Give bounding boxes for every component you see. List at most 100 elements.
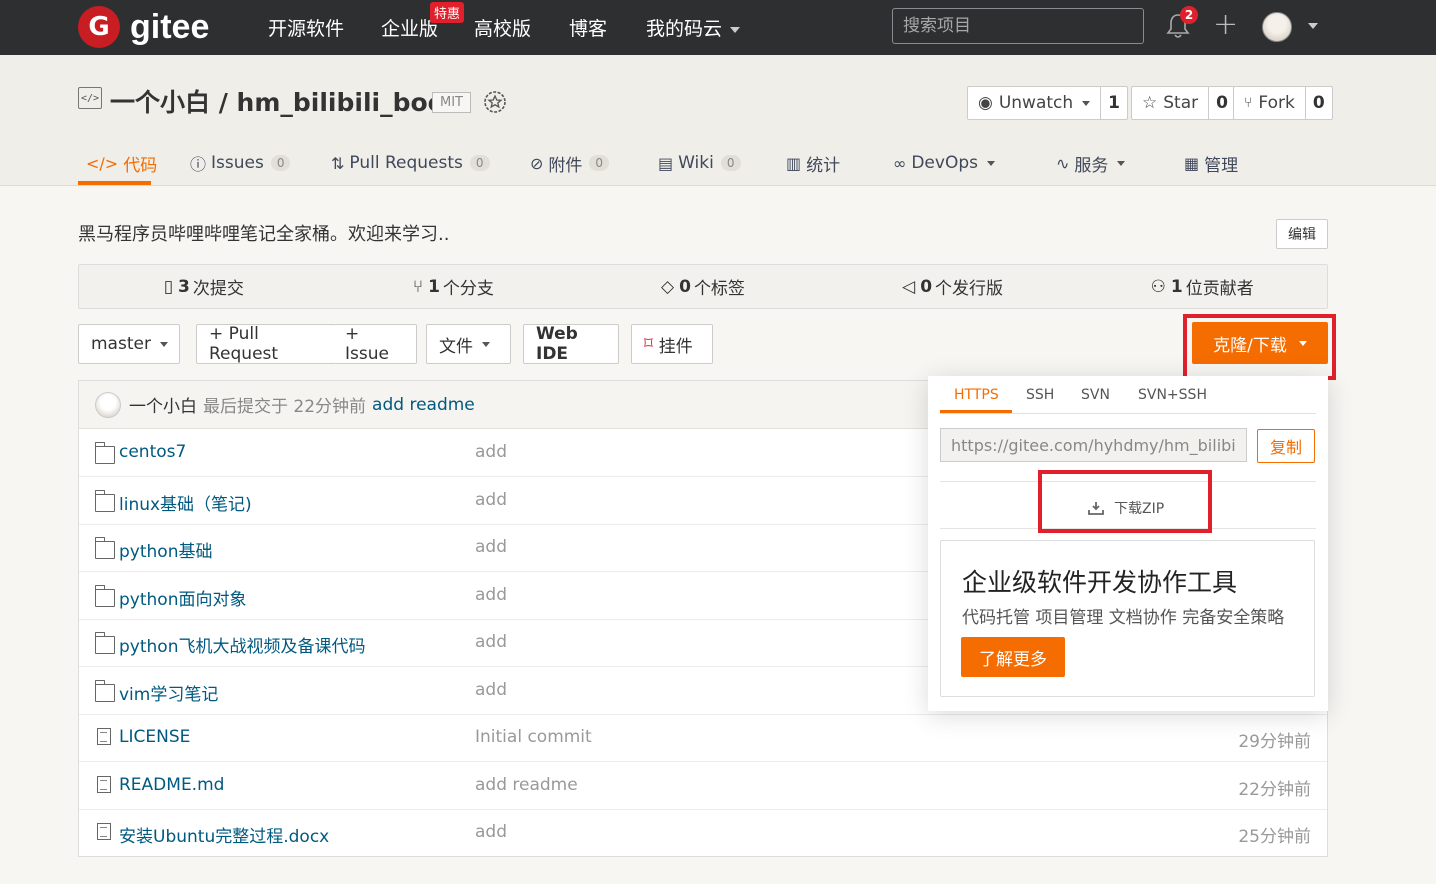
promo-badge: 特惠 [430, 2, 465, 23]
infinity-icon: ∞ [893, 153, 907, 173]
watch-label[interactable]: ◉ Unwatch [968, 87, 1102, 119]
file-commit-message[interactable]: add [475, 822, 507, 842]
star-button[interactable]: ☆ Star 0 [1131, 86, 1236, 120]
book-icon: ▤ [658, 153, 674, 173]
active-tab-indicator [78, 181, 151, 185]
file-commit-message[interactable]: add [475, 537, 507, 557]
promo-card: 企业级软件开发协作工具 代码托管 项目管理 文档协作 完备安全策略 了解更多 [940, 540, 1315, 697]
tab-devops[interactable]: ∞ DevOps [893, 140, 995, 186]
clipboard-icon: ▦ [1184, 153, 1200, 173]
star-icon: ☆ [1142, 93, 1158, 113]
file-commit-message[interactable]: add readme [475, 775, 578, 795]
folder-icon [94, 632, 115, 654]
file-name[interactable]: LICENSE [119, 727, 190, 747]
fork-icon: ⑂ [1244, 95, 1253, 111]
tab-issues[interactable]: ⓘ Issues 0 [190, 140, 291, 186]
file-commit-message[interactable]: add [475, 442, 507, 462]
table-row[interactable]: README.md add readme 22分钟前 [79, 762, 1327, 810]
file-name[interactable]: README.md [119, 775, 224, 795]
stat-label: 个发行版 [935, 279, 1004, 299]
copy-button[interactable]: 复制 [1257, 429, 1315, 463]
pull-request-icon: ⇅ [331, 153, 345, 173]
widget-label: 挂件 [658, 336, 693, 357]
tab-manage[interactable]: ▦ 管理 [1184, 140, 1238, 186]
commit-meta: 最后提交于 22分钟前 [203, 397, 367, 417]
file-commit-message[interactable]: add [475, 632, 507, 652]
tab-services[interactable]: ∿ 服务 [1056, 140, 1126, 186]
commit-message[interactable]: add readme [372, 395, 475, 415]
gitee-logo[interactable]: G gitee [78, 6, 209, 48]
file-menu-button[interactable]: 文件 [426, 324, 511, 364]
tab-wiki[interactable]: ▤ Wiki 0 [658, 140, 741, 186]
pull-request-button[interactable]: + Pull Request [196, 324, 334, 364]
tab-label: 统计 [806, 155, 841, 176]
fork-label[interactable]: ⑂ Fork [1234, 87, 1306, 119]
license-badge[interactable]: MIT [432, 92, 471, 113]
file-name[interactable]: python飞机大战视频及备课代码 [119, 632, 365, 657]
file-name[interactable]: python面向对象 [119, 585, 246, 610]
folder-icon [94, 585, 115, 607]
tab-pull-requests[interactable]: ⇅ Pull Requests 0 [331, 140, 490, 186]
chevron-down-icon [1082, 100, 1091, 106]
file-commit-message[interactable]: Initial commit [475, 727, 592, 747]
file-commit-message[interactable]: add [475, 490, 507, 510]
file-commit-message[interactable]: add [475, 680, 507, 700]
stat-commits[interactable]: ▯ 3 次提交 [79, 265, 329, 308]
file-name[interactable]: centos7 [119, 442, 186, 462]
commit-author[interactable]: 一个小白 [129, 392, 197, 417]
chevron-down-icon [482, 341, 490, 347]
file-commit-message[interactable]: add [475, 585, 507, 605]
learn-more-button[interactable]: 了解更多 [961, 637, 1065, 677]
file-icon [97, 823, 111, 840]
repo-stats-bar: ▯ 3 次提交 ⑂ 1 个分支 ◇ 0 个标签 ◁ 0 个发行版 ⚇ 1 位贡献者 [78, 264, 1328, 309]
tab-label: 代码 [123, 155, 158, 176]
fork-count[interactable]: 0 [1306, 93, 1332, 113]
stat-releases[interactable]: ◁ 0 个发行版 [828, 265, 1078, 308]
nav-blog[interactable]: 博客 [569, 14, 607, 41]
star-label[interactable]: ☆ Star [1132, 87, 1210, 119]
issue-button[interactable]: + Issue [333, 324, 417, 364]
plus-icon[interactable]: + [1213, 10, 1238, 40]
table-row[interactable]: 安装Ubuntu完整过程.docx add 25分钟前 [79, 809, 1327, 857]
avatar[interactable] [95, 391, 121, 418]
fork-button[interactable]: ⑂ Fork 0 [1233, 86, 1333, 120]
stat-label: 个分支 [442, 279, 494, 299]
tab-attachments[interactable]: ⊘ 附件 0 [530, 140, 610, 186]
tab-svn[interactable]: SVN [1081, 387, 1110, 403]
repo-title[interactable]: 一个小白 / hm_bilibili_book [110, 83, 461, 119]
edit-button[interactable]: 编辑 [1276, 219, 1328, 249]
nav-open-source[interactable]: 开源软件 [268, 14, 344, 41]
file-name[interactable]: python基础 [119, 537, 212, 562]
tab-ssh[interactable]: SSH [1026, 387, 1054, 403]
stat-tags[interactable]: ◇ 0 个标签 [578, 265, 828, 308]
recommend-badge-icon[interactable] [483, 90, 507, 114]
tab-https[interactable]: HTTPS [954, 387, 999, 403]
file-icon [97, 776, 111, 793]
file-name[interactable]: 安装Ubuntu完整过程.docx [119, 822, 329, 847]
tab-code[interactable]: </> 代码 [86, 140, 157, 186]
tab-count: 0 [589, 155, 610, 171]
tab-svn-ssh[interactable]: SVN+SSH [1138, 387, 1207, 403]
branch-select[interactable]: master [78, 324, 180, 364]
folder-icon [94, 680, 115, 702]
watch-button[interactable]: ◉ Unwatch 1 [967, 86, 1129, 120]
stat-contributors[interactable]: ⚇ 1 位贡献者 [1077, 265, 1327, 308]
stat-branches[interactable]: ⑂ 1 个分支 [329, 265, 579, 308]
star-count[interactable]: 0 [1209, 93, 1235, 113]
widget-button[interactable]: ⌑ 挂件 [631, 324, 713, 364]
clone-url-input[interactable] [940, 428, 1247, 462]
nav-education[interactable]: 高校版 [474, 14, 531, 41]
tag-icon: ◇ [661, 276, 675, 297]
watch-count[interactable]: 1 [1101, 93, 1127, 113]
user-avatar[interactable] [1262, 12, 1292, 42]
file-name[interactable]: vim学习笔记 [119, 680, 218, 705]
promo-title: 企业级软件开发协作工具 [962, 568, 1238, 597]
table-row[interactable]: LICENSE Initial commit 29分钟前 [79, 714, 1327, 762]
file-name[interactable]: linux基础（笔记) [119, 490, 252, 515]
chevron-down-icon[interactable] [1308, 23, 1318, 29]
search-input[interactable] [892, 8, 1144, 44]
web-ide-button[interactable]: Web IDE [523, 324, 619, 364]
branch-label: master [91, 334, 151, 354]
tab-stats[interactable]: ▥ 统计 [786, 140, 840, 186]
nav-my-gitee[interactable]: 我的码云 [646, 14, 741, 41]
